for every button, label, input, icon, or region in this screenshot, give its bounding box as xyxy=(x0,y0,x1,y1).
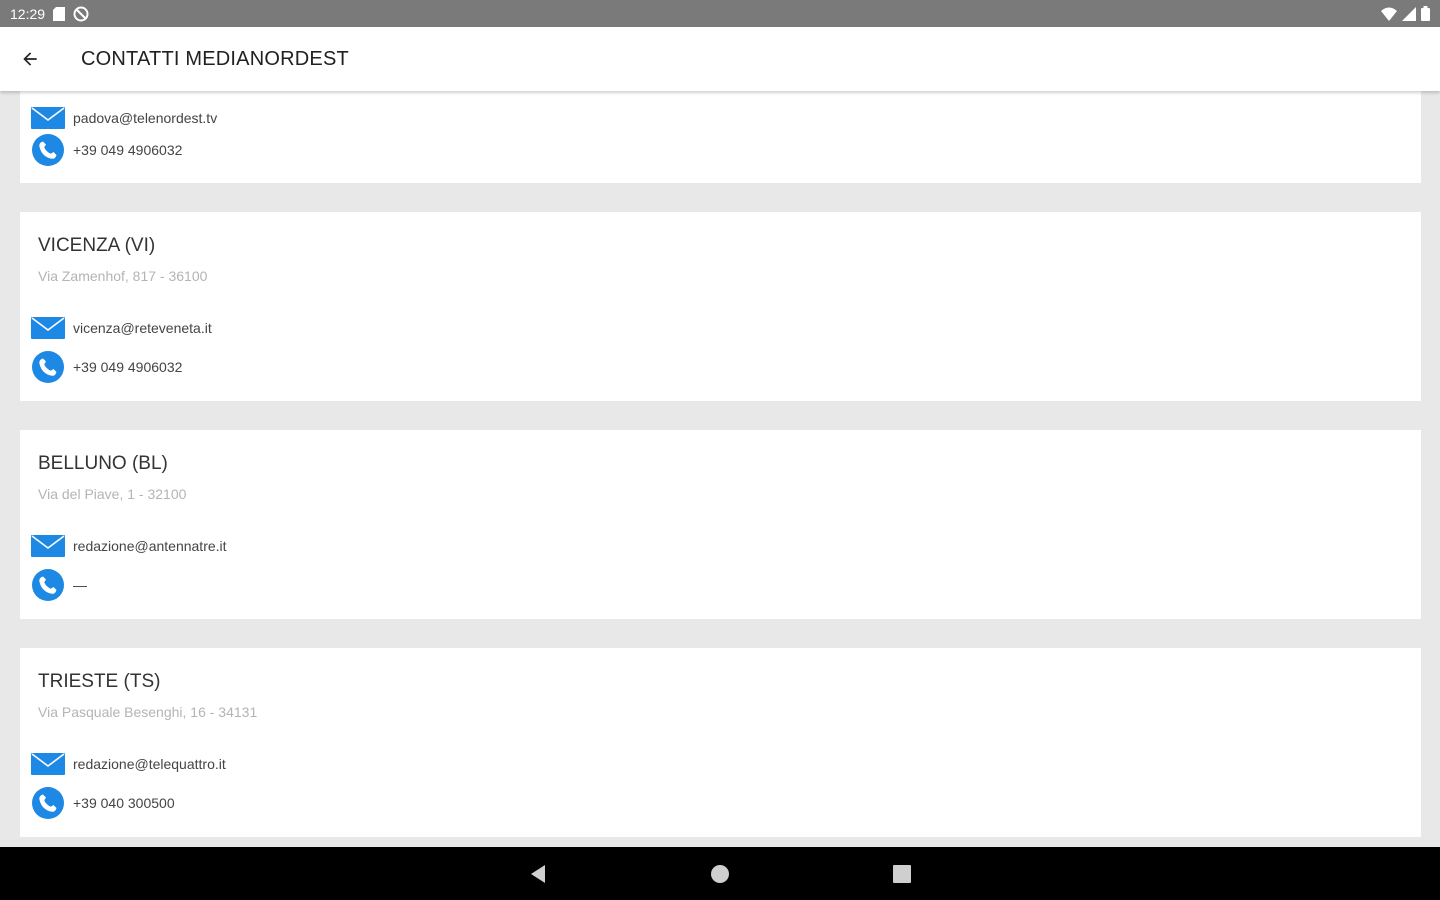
contact-name: TRIESTE (TS) xyxy=(38,671,161,692)
page-title: CONTATTI MEDIANORDEST xyxy=(81,47,349,70)
phone-row[interactable]: +39 040 300500 xyxy=(31,786,175,820)
phone-row[interactable]: +39 049 4906032 xyxy=(31,133,182,167)
email-row[interactable]: padova@telenordest.tv xyxy=(31,107,217,129)
home-circle-icon xyxy=(711,864,729,883)
phone-icon xyxy=(32,351,64,383)
app-toolbar: CONTATTI MEDIANORDEST xyxy=(0,27,1440,91)
contact-card-vicenza: VICENZA (VI) Via Zamenhof, 817 - 36100 v… xyxy=(20,212,1421,401)
nav-recents-button[interactable] xyxy=(872,847,932,900)
contact-address: Via del Piave, 1 - 32100 xyxy=(38,486,187,502)
blocked-icon xyxy=(73,6,89,21)
phone-icon xyxy=(32,787,64,819)
contact-address: Via Zamenhof, 817 - 36100 xyxy=(38,268,208,284)
contact-card-padova: padova@telenordest.tv +39 049 4906032 xyxy=(20,91,1421,183)
email-label: redazione@antennatre.it xyxy=(73,538,227,554)
mail-icon xyxy=(31,753,65,775)
contact-address: Via Pasquale Besenghi, 16 - 34131 xyxy=(38,704,258,720)
email-label: padova@telenordest.tv xyxy=(73,110,218,126)
back-button[interactable] xyxy=(10,39,50,79)
mail-icon xyxy=(31,107,65,129)
wifi-icon xyxy=(1381,7,1397,21)
status-time: 12:29 xyxy=(10,5,46,22)
phone-icon xyxy=(32,569,64,601)
status-bar: 12:29 xyxy=(0,0,1440,27)
nav-home-button[interactable] xyxy=(690,847,750,900)
back-triangle-icon xyxy=(531,864,545,883)
phone-label: +39 049 4906032 xyxy=(73,142,183,158)
phone-label: +39 040 300500 xyxy=(73,795,175,811)
mail-icon xyxy=(31,535,65,557)
phone-icon xyxy=(32,134,64,166)
contacts-list[interactable]: padova@telenordest.tv +39 049 4906032 VI… xyxy=(0,91,1440,847)
phone-label: — xyxy=(73,577,87,593)
arrow-back-icon xyxy=(23,52,37,66)
email-label: redazione@telequattro.it xyxy=(73,756,226,772)
contact-card-belluno: BELLUNO (BL) Via del Piave, 1 - 32100 re… xyxy=(20,430,1421,619)
contact-name: BELLUNO (BL) xyxy=(38,453,168,474)
email-label: vicenza@reteveneta.it xyxy=(73,320,212,336)
nav-back-button[interactable] xyxy=(508,847,568,900)
system-nav-bar xyxy=(0,847,1440,900)
contact-card-trieste: TRIESTE (TS) Via Pasquale Besenghi, 16 -… xyxy=(20,648,1421,837)
phone-row[interactable]: +39 049 4906032 xyxy=(31,350,182,384)
email-row[interactable]: redazione@telequattro.it xyxy=(31,753,226,775)
signal-icon xyxy=(1402,6,1416,21)
recents-square-icon xyxy=(893,864,911,883)
email-row[interactable]: redazione@antennatre.it xyxy=(31,535,227,557)
sd-card-icon xyxy=(53,6,66,21)
battery-icon xyxy=(1421,6,1430,21)
mail-icon xyxy=(31,317,65,339)
email-row[interactable]: vicenza@reteveneta.it xyxy=(31,317,212,339)
phone-row[interactable]: — xyxy=(31,568,87,602)
contact-name: VICENZA (VI) xyxy=(38,235,156,256)
phone-label: +39 049 4906032 xyxy=(73,359,183,375)
